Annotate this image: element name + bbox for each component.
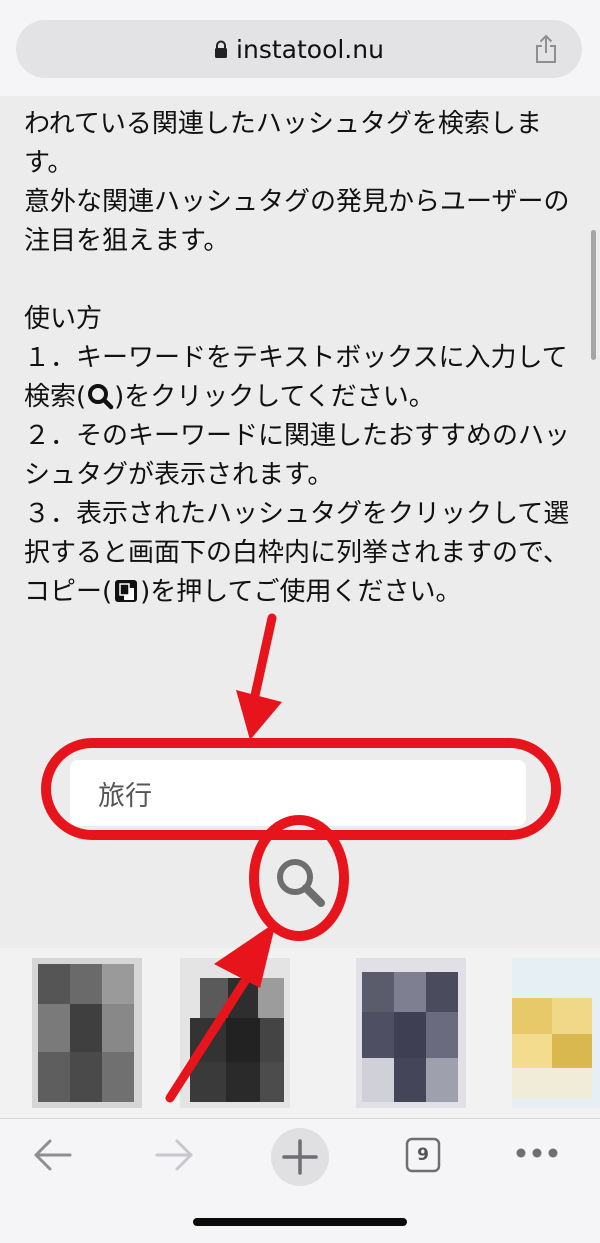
keyword-search-field[interactable] bbox=[70, 760, 526, 826]
thumbnail-2[interactable] bbox=[180, 958, 290, 1108]
url-text: instatool.nu bbox=[236, 34, 384, 64]
search-icon bbox=[88, 384, 114, 410]
step-3-copy: コピー( )を押してご使用ください。 bbox=[24, 573, 584, 612]
howto-title: 使い方 bbox=[24, 304, 103, 334]
annotation-arrowhead-top bbox=[236, 690, 282, 740]
description-line2: 意外な関連ハッシュタグの発見からユーザーの注目を狙えます。 bbox=[24, 187, 570, 256]
home-indicator bbox=[193, 1218, 407, 1226]
step-3: ３．表示されたハッシュタグをクリックして選択すると画面下の白枠内に列挙されますの… bbox=[24, 499, 570, 568]
step-1-text-b: )をクリックしてください。 bbox=[114, 382, 435, 412]
search-icon bbox=[277, 859, 325, 907]
hashtag-thumbnails bbox=[0, 948, 600, 1120]
back-arrow-icon[interactable] bbox=[30, 1135, 74, 1175]
forward-arrow-icon[interactable] bbox=[153, 1135, 197, 1175]
step-1: １．キーワードをテキストボックスに入力して検索()をクリックしてください。 bbox=[24, 339, 584, 417]
step-2: ２．そのキーワードに関連したおすすめのハッシュタグが表示されます。 bbox=[24, 421, 571, 490]
new-tab-button[interactable] bbox=[270, 1127, 330, 1187]
thumbnail-3[interactable] bbox=[356, 958, 466, 1108]
description-line1: われている関連したハッシュタグを検索します。 bbox=[24, 109, 542, 178]
url-bar[interactable]: instatool.nu bbox=[16, 20, 582, 78]
copy-icon bbox=[115, 580, 138, 602]
search-button[interactable] bbox=[272, 854, 328, 910]
annotation-arrow-top bbox=[249, 613, 277, 705]
thumbnail-1[interactable] bbox=[32, 958, 142, 1108]
address-bar-area: instatool.nu bbox=[0, 0, 600, 96]
share-icon[interactable] bbox=[534, 34, 558, 64]
tab-count: 9 bbox=[417, 1145, 429, 1165]
step-3-copy-b: )を押してご使用ください。 bbox=[140, 577, 462, 607]
scroll-indicator[interactable] bbox=[591, 230, 596, 360]
more-icon[interactable] bbox=[514, 1145, 560, 1161]
page-content: われている関連したハッシュタグを検索します。 意外な関連ハッシュタグの発見からユ… bbox=[24, 105, 584, 612]
lock-icon bbox=[215, 40, 228, 58]
thumbnail-4[interactable] bbox=[512, 958, 600, 1108]
tabs-button[interactable]: 9 bbox=[405, 1137, 441, 1173]
step-3-copy-a: コピー( bbox=[24, 577, 113, 607]
search-input[interactable] bbox=[70, 760, 526, 826]
